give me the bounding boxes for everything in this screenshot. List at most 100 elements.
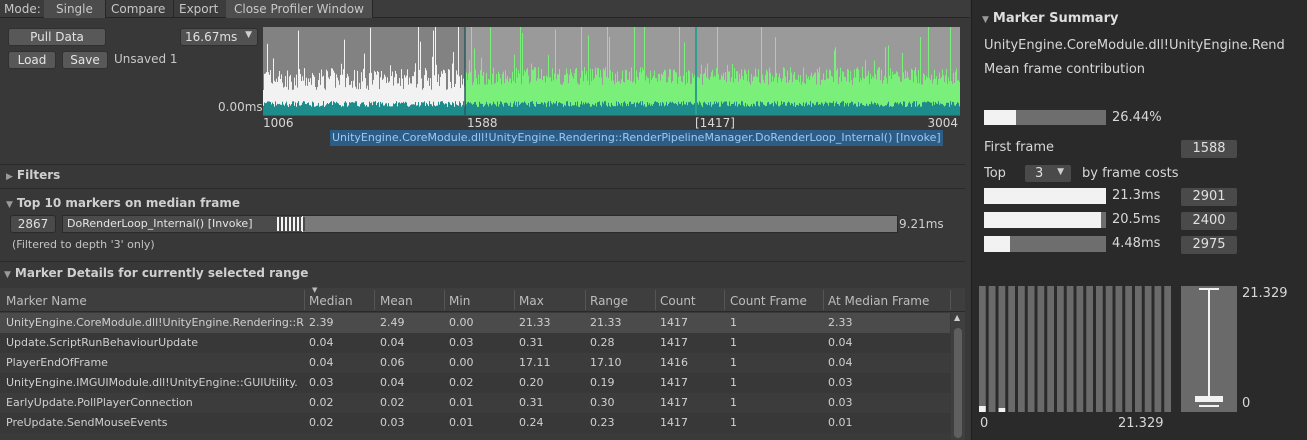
- mode-label: Mode:: [4, 2, 41, 16]
- time-scale-value: 16.67ms: [185, 30, 238, 44]
- table-cell: 1: [730, 356, 737, 369]
- table-row[interactable]: UnityEngine.IMGUIModule.dll!UnityEngine:…: [0, 373, 950, 393]
- top-frame-button[interactable]: 2975: [1180, 235, 1238, 255]
- scroll-up-arrow-icon[interactable]: ▲: [954, 313, 960, 322]
- marker-summary-header[interactable]: ▼ Marker Summary: [982, 11, 1118, 26]
- filters-header[interactable]: ▶ Filters: [6, 168, 60, 182]
- table-row[interactable]: Update.ScriptRunBehaviourUpdate 0.04 0.04 0…: [0, 333, 950, 353]
- histogram-bucket: [1008, 286, 1015, 412]
- top10-marker-small-bars: [277, 217, 305, 231]
- table-cell: 0.00: [449, 316, 474, 329]
- top-frame-bar-fill: [984, 236, 1010, 252]
- table-cell: 0.04: [828, 356, 853, 369]
- histogram-bucket: [1144, 286, 1152, 412]
- top-label: Top: [984, 166, 1006, 181]
- table-cell: 1: [730, 416, 737, 429]
- table-cell: 0.04: [380, 376, 405, 389]
- pull-data-button[interactable]: Pull Data: [8, 28, 106, 46]
- chevron-down-icon: ▼: [1057, 167, 1064, 177]
- top10-frame-field[interactable]: 2867: [10, 215, 56, 233]
- table-cell: 1417: [660, 336, 688, 349]
- table-cell: 0.19: [590, 376, 615, 389]
- table-cell: 1417: [660, 416, 688, 429]
- time-scale-dropdown[interactable]: 16.67ms ▼: [180, 28, 258, 46]
- table-cell: 0.20: [519, 376, 544, 389]
- first-frame-field[interactable]: 1588: [1180, 139, 1238, 159]
- top10-header[interactable]: ▼ Top 10 markers on median frame: [6, 196, 240, 210]
- top-count-dropdown[interactable]: 3 ▼: [1024, 164, 1072, 183]
- frame-time-histogram: [979, 286, 1171, 412]
- top-frame-time: 20.5ms: [1112, 212, 1161, 227]
- table-cell: 0.04: [309, 336, 334, 349]
- top-frame-button[interactable]: 2400: [1180, 211, 1238, 231]
- table-cell: EarlyUpdate.PollPlayerConnection: [6, 396, 193, 409]
- histogram-bucket: [1135, 286, 1142, 412]
- table-row[interactable]: PlayerEndOfFrame 0.04 0.06 0.00 17.11 17.10 14…: [0, 353, 950, 373]
- section-divider: [0, 164, 965, 165]
- top-frame-time: 4.48ms: [1112, 236, 1161, 251]
- expanded-triangle-icon: ▼: [4, 270, 11, 280]
- save-button[interactable]: Save: [62, 51, 108, 69]
- export-button[interactable]: Export: [171, 0, 228, 18]
- marker-summary-title: Marker Summary: [992, 11, 1119, 26]
- histogram-bucket-fill: [979, 406, 986, 412]
- marker-table-header: Marker Name ▼ Median Mean Min Max Range …: [0, 286, 965, 312]
- table-cell: 0.30: [590, 396, 615, 409]
- histogram-bucket: [1086, 286, 1093, 412]
- histogram-bucket: [1105, 286, 1113, 412]
- scrollbar-thumb[interactable]: [954, 328, 962, 438]
- table-cell: 0.31: [519, 396, 544, 409]
- boxplot-min-label: 0: [1242, 396, 1251, 411]
- table-cell: 0.04: [309, 356, 334, 369]
- table-cell: 0.02: [309, 416, 334, 429]
- marker-details-header[interactable]: ▼ Marker Details for currently selected r…: [4, 266, 308, 280]
- mode-compare-tab[interactable]: Compare: [103, 0, 175, 18]
- table-cell: 0.03: [380, 416, 405, 429]
- unsaved-label: Unsaved 1: [114, 52, 178, 66]
- first-frame-label: First frame: [984, 140, 1055, 155]
- load-button[interactable]: Load: [8, 51, 56, 69]
- histogram-bucket: [1096, 286, 1103, 412]
- table-cell: 17.11: [519, 356, 551, 369]
- frame-time-boxplot: [1181, 286, 1237, 412]
- graph-x-label-start: 1006: [263, 116, 294, 130]
- top-frame-button[interactable]: 2901: [1180, 187, 1238, 207]
- expanded-triangle-icon: ▼: [982, 15, 989, 25]
- histogram-bucket: [1154, 286, 1162, 412]
- histogram-bars: [979, 286, 1171, 412]
- table-scrollbar[interactable]: ▲: [951, 312, 965, 440]
- selected-marker-label[interactable]: UnityEngine.CoreModule.dll!UnityEngine.R…: [330, 130, 943, 146]
- table-cell: 1: [730, 336, 737, 349]
- table-cell: 1: [730, 396, 737, 409]
- close-profiler-button[interactable]: Close Profiler Window: [226, 0, 373, 18]
- histogram-bucket: [1027, 286, 1035, 412]
- table-cell: 0.02: [380, 396, 405, 409]
- column-separators: [0, 288, 965, 312]
- top-toolbar: Mode: Single Compare Export Close Profil…: [0, 0, 970, 18]
- table-row[interactable]: UnityEngine.CoreModule.dll!UnityEngine.R…: [0, 313, 950, 333]
- histogram-min-label: 0: [980, 416, 989, 431]
- table-cell: 1: [730, 376, 737, 389]
- table-cell: 0.03: [828, 376, 853, 389]
- top10-marker-bar[interactable]: DoRenderLoop_Internal() [Invoke]: [62, 215, 898, 233]
- frame-time-graph[interactable]: [263, 27, 960, 115]
- table-row[interactable]: PreUpdate.SendMouseEvents 0.02 0.03 0.01 0.2…: [0, 413, 950, 433]
- table-cell: 17.10: [590, 356, 622, 369]
- graph-y-zero-label: 0.00ms: [218, 100, 263, 114]
- top10-marker-label: DoRenderLoop_Internal() [Invoke]: [67, 217, 253, 230]
- table-cell: UnityEngine.CoreModule.dll!UnityEngine.R…: [6, 316, 304, 329]
- top-frame-bar: [984, 236, 1106, 252]
- table-cell: 1: [730, 316, 737, 329]
- table-row[interactable]: EarlyUpdate.PollPlayerConnection 0.02 0.02…: [0, 393, 950, 413]
- table-cell: UnityEngine.IMGUIModule.dll!UnityEngine:…: [6, 376, 298, 389]
- top-frame-bar-fill: [984, 188, 1106, 204]
- filters-title: Filters: [16, 168, 61, 182]
- boxplot-whisker-line: [1208, 289, 1210, 401]
- table-cell: 1417: [660, 376, 688, 389]
- chevron-down-icon: ▼: [245, 30, 252, 40]
- boxplot-whisker-bottom: [1199, 405, 1219, 407]
- histogram-bucket: [1057, 286, 1064, 412]
- mode-single-tab[interactable]: Single: [44, 0, 106, 18]
- top-frames-list: 21.3ms 2901 20.5ms 2400 4.48ms 2975: [972, 187, 1307, 268]
- table-cell: 0.06: [380, 356, 405, 369]
